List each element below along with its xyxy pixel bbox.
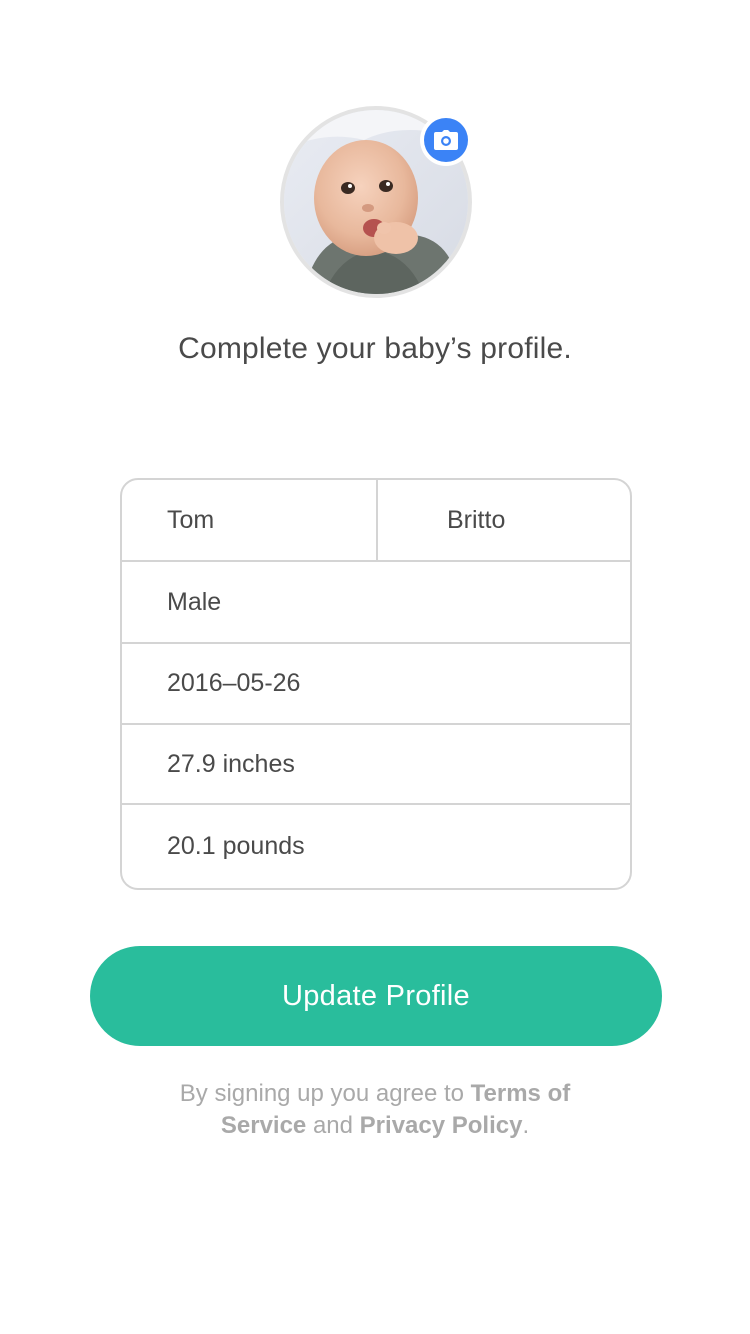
update-profile-button[interactable]: Update Profile xyxy=(90,946,662,1046)
name-row: Tom Britto xyxy=(122,480,630,562)
last-name-field[interactable]: Britto xyxy=(378,480,630,560)
profile-form: Tom Britto Male 2016–05-26 27.9 inches 2… xyxy=(120,478,632,890)
birth-date-field[interactable]: 2016–05-26 xyxy=(122,644,630,723)
birth-date-row: 2016–05-26 xyxy=(122,644,630,725)
page-title: Complete your baby’s profile. xyxy=(178,332,572,365)
avatar-container xyxy=(280,106,472,298)
weight-field[interactable]: 20.1 pounds xyxy=(122,805,630,888)
change-photo-button[interactable] xyxy=(420,114,472,166)
first-name-field[interactable]: Tom xyxy=(122,480,378,560)
weight-row: 20.1 pounds xyxy=(122,805,630,888)
gender-field[interactable]: Male xyxy=(122,562,630,642)
gender-row: Male xyxy=(122,562,630,644)
legal-notice: By signing up you agree to Terms of Serv… xyxy=(165,1078,585,1142)
privacy-link[interactable]: Privacy Policy xyxy=(360,1112,523,1139)
camera-icon xyxy=(424,118,468,162)
legal-and: and xyxy=(306,1112,360,1139)
height-field[interactable]: 27.9 inches xyxy=(122,725,630,803)
legal-suffix: . xyxy=(522,1112,530,1139)
height-row: 27.9 inches xyxy=(122,725,630,805)
legal-prefix: By signing up you agree to xyxy=(179,1080,471,1107)
